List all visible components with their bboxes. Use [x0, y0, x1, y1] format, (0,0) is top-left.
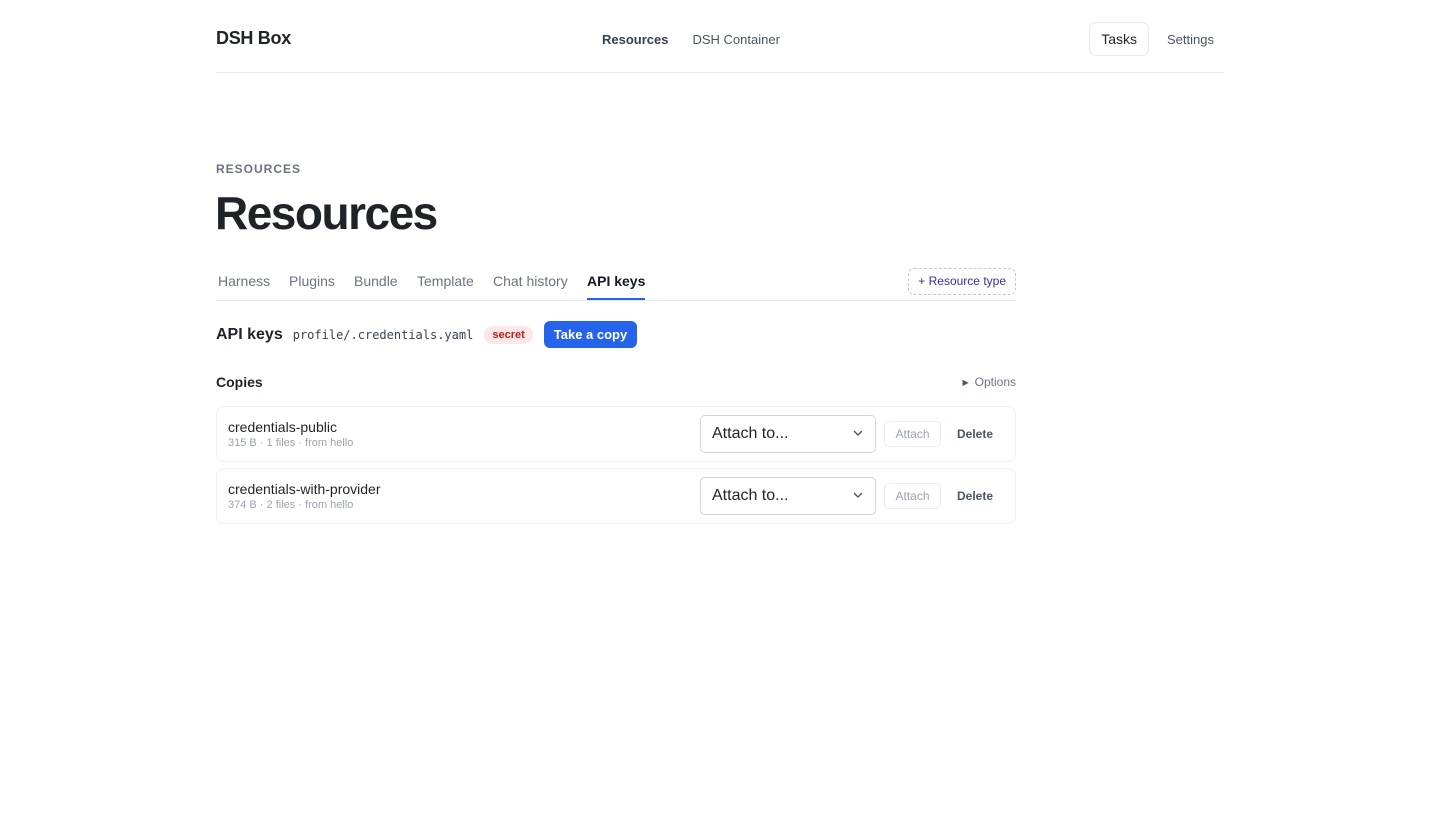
secret-badge: secret: [484, 325, 533, 344]
brand-logo-text[interactable]: DSH Box: [216, 28, 291, 49]
attach-button[interactable]: Attach: [884, 483, 941, 509]
take-a-copy-button[interactable]: Take a copy: [543, 321, 638, 348]
delete-button[interactable]: Delete: [957, 483, 993, 509]
tasks-button[interactable]: Tasks: [1089, 22, 1150, 56]
copy-name: credentials-public: [228, 419, 337, 435]
page-eyebrow: RESOURCES: [216, 162, 302, 176]
page-title: Resources: [215, 187, 438, 239]
attach-select-value: Attach to...: [712, 487, 789, 504]
section-title: API keys: [216, 325, 283, 343]
chevron-down-icon: [853, 430, 863, 436]
caret-right-icon: ▶: [962, 377, 969, 387]
main-nav: Resources DSH Container: [602, 32, 804, 47]
copy-meta: 374 B · 2 files · from hello: [228, 499, 354, 511]
chevron-down-icon: [853, 492, 863, 498]
copy-card: credentials-public 315 B · 1 files · fro…: [216, 406, 1016, 462]
attach-select-value: Attach to...: [712, 425, 789, 442]
resource-tabs: Harness Plugins Bundle Template Chat his…: [216, 262, 1016, 301]
settings-link[interactable]: Settings: [1167, 32, 1214, 47]
copy-card: credentials-with-provider 374 B · 2 file…: [216, 468, 1016, 524]
nav-link-resources[interactable]: Resources: [602, 32, 668, 47]
options-label: Options: [974, 375, 1016, 389]
delete-button[interactable]: Delete: [957, 421, 993, 447]
copy-name: credentials-with-provider: [228, 481, 381, 497]
section-header: API keys profile/.credentials.yaml secre…: [216, 321, 638, 348]
tab-harness[interactable]: Harness: [218, 273, 270, 298]
tab-template[interactable]: Template: [417, 273, 474, 298]
copy-meta: 315 B · 1 files · from hello: [228, 437, 354, 449]
options-toggle[interactable]: ▶ Options: [962, 375, 1016, 389]
nav-link-dsh-container[interactable]: DSH Container: [692, 32, 779, 47]
tab-bundle[interactable]: Bundle: [354, 273, 398, 298]
attach-to-select[interactable]: Attach to...: [700, 477, 876, 515]
tab-api-keys[interactable]: API keys: [587, 273, 646, 300]
tab-plugins[interactable]: Plugins: [289, 273, 335, 298]
tab-chat-history[interactable]: Chat history: [493, 273, 568, 298]
attach-to-select[interactable]: Attach to...: [700, 415, 876, 453]
copies-heading: Copies: [216, 374, 263, 390]
resource-path: profile/.credentials.yaml: [292, 327, 474, 342]
add-resource-type-button[interactable]: + Resource type: [908, 268, 1016, 295]
top-navigation-bar: DSH Box Resources DSH Container Tasks Se…: [216, 0, 1224, 73]
nav-right-actions: Tasks Settings: [1089, 22, 1214, 56]
attach-button[interactable]: Attach: [884, 421, 941, 447]
